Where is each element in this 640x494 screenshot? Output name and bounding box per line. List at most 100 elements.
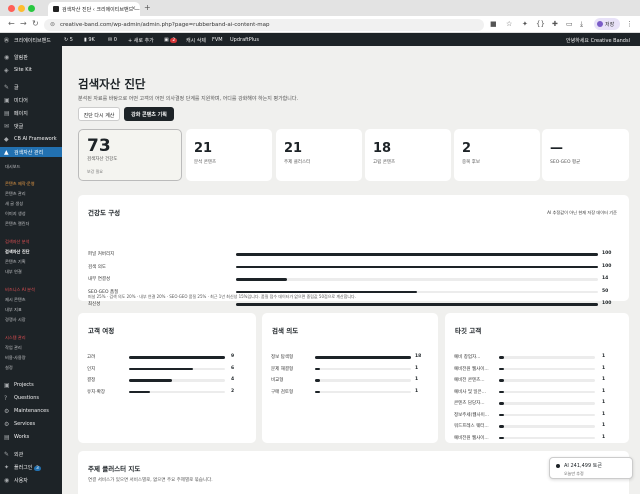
sidebar-item-works[interactable]: ▤ Works (0, 432, 62, 442)
bar-value: 1 (415, 365, 419, 371)
maximize-window-icon[interactable] (28, 5, 35, 12)
journey-card: 고객 여정 고려 9 인지 6 결정 4 유지·확장 2 (78, 313, 256, 443)
back-icon[interactable]: ← (8, 19, 15, 28)
sidebar-item-appearance[interactable]: ✎ 외관 (0, 449, 62, 459)
sidebar-sub-item[interactable]: 콘텐츠 캘린더 (5, 221, 29, 227)
bar-fill (499, 402, 505, 405)
sidebar-sub-item-active[interactable]: 검색자산 진단 (5, 249, 30, 255)
adminbar-site-name[interactable]: 크리에이티브밴드 (14, 37, 51, 44)
bar-track (236, 265, 598, 268)
bar-label: 내부 연결성 (88, 277, 111, 282)
sidebar-item-sitekit[interactable]: ◈ Site Kit (0, 65, 62, 75)
download-icon[interactable]: ⤓ (580, 20, 583, 29)
sidebar-item-maintenances[interactable]: ⚙ Maintenances (0, 406, 62, 416)
plugin-icon: ✦ (4, 464, 10, 471)
browser-tab[interactable]: 검색자산 진단 ‹ 크리에이티브밴드 — × (48, 2, 140, 16)
kpi-card-clusters: 21 주제 클러스터 (276, 129, 362, 181)
adminbar-comments[interactable]: ✉ 0 (108, 37, 117, 43)
kpi-value: 18 (373, 141, 392, 156)
sidebar-sub-item[interactable]: 경쟁사 시장 (5, 317, 26, 323)
sidebar-item-plugins[interactable]: ✦ 플러그인 3 (0, 462, 62, 472)
bar-track (499, 402, 595, 405)
sidebar-sub-item[interactable]: 비용·사용량 (5, 355, 26, 361)
plan-content-button[interactable]: 강화 콘텐츠 기획 (124, 107, 174, 121)
wordpress-logo-icon[interactable]: Ⓦ (4, 37, 9, 44)
sidebar-item-search-assets[interactable]: ▲ 검색자산 관리 (0, 147, 62, 157)
kpi-label: 주제 클러스터 (284, 160, 311, 165)
health-bar-row: 내부 연결성 14 (88, 275, 608, 283)
wp-admin-bar: Ⓦ 크리에이티브밴드 ↻ 5 ▮ 9K ✉ 0 + 새로 추가 ▣ 2 캐시 삭… (0, 33, 640, 46)
sidebar-item-users[interactable]: ◉ 사용자 (0, 475, 62, 485)
new-tab-icon[interactable]: + (144, 3, 151, 12)
sidebar-item-services[interactable]: ⚙ Services (0, 419, 62, 429)
adminbar-views[interactable]: ▮ 9K (84, 37, 95, 43)
minimize-window-icon[interactable] (18, 5, 25, 12)
token-usage-toast[interactable]: AI 241,499 토큰 오늘만 추정 (549, 457, 633, 479)
code-icon[interactable]: {} (536, 20, 545, 28)
bar-label: 예비전 콘텐츠... (454, 378, 485, 383)
close-window-icon[interactable] (8, 5, 15, 12)
kpi-label: 검색자산 건강도 (87, 157, 118, 162)
sidebar-item-cb-ai[interactable]: ◆ CB AI Framework (0, 134, 62, 144)
chart-icon: ▲ (4, 149, 9, 156)
bar-track (315, 379, 411, 382)
target-bar-row: 예비사 및 일은... 1 (454, 388, 612, 396)
forward-icon[interactable]: → (20, 19, 27, 28)
bar-value: 14 (602, 276, 609, 281)
tab-close-icon[interactable]: × (131, 5, 136, 12)
sidebar-item-dashboard[interactable]: ◉ 알림판 (0, 52, 62, 62)
sidebar-item-media[interactable]: ▣ 미디어 (0, 95, 62, 105)
adminbar-notifications[interactable]: ▣ 2 (164, 37, 178, 43)
profile-button[interactable]: 저장 (594, 18, 620, 30)
extension-icon[interactable]: ✦ (522, 20, 528, 28)
adminbar-updraft[interactable]: UpdraftPlus (230, 37, 259, 43)
target-card: 타깃 고객 예비 창업자... 1 예비전원 웹사이... 1 예비전 콘텐츠... 1 예… (445, 313, 629, 443)
sidebar-toggle-icon[interactable]: ▭ (566, 20, 573, 28)
plugin-update-badge: 3 (34, 466, 41, 471)
site-info-icon[interactable]: ⊜ (50, 21, 55, 28)
sidebar-item-questions[interactable]: ? Questions (0, 393, 62, 403)
url-field[interactable]: ⊜ creative-band.com/wp-admin/admin.php?p… (44, 19, 484, 31)
adminbar-updates[interactable]: ↻ 5 (64, 37, 73, 43)
sidebar-sub-item[interactable]: 작업 관리 (5, 345, 22, 351)
reload-icon[interactable]: ↻ (32, 19, 39, 28)
tab-title: 검색자산 진단 ‹ 크리에이티브밴드 — (62, 7, 140, 13)
puzzle-icon[interactable]: ✚ (552, 20, 558, 28)
kpi-value: 73 (87, 136, 111, 156)
bar-label: 문제 해결형 (271, 366, 294, 372)
bookmark-star-icon[interactable]: ☆ (506, 20, 512, 28)
sidebar-sub-item[interactable]: 내부 연결 (5, 269, 22, 275)
sidebar-sub-item[interactable]: 이미지 생성 (5, 211, 26, 217)
recalculate-button[interactable]: 진단 다시 계산 (78, 107, 120, 121)
sidebar-label: Projects (14, 382, 34, 388)
bar-value: 18 (415, 354, 422, 359)
sidebar-label: 외관 (14, 452, 24, 458)
card-title: 타깃 고객 (455, 327, 482, 335)
sidebar-sub-item[interactable]: 새 글 생성 (5, 201, 23, 207)
sidebar-sub-item[interactable]: 제시 콘텐츠 (5, 297, 26, 303)
sidebar-sub-dashboard[interactable]: 대시보드 (5, 164, 20, 170)
adminbar-greeting[interactable]: 안녕하세요 Creative Bandsl (566, 37, 630, 44)
kpi-sublabel: 보강 필요 (87, 169, 103, 174)
adminbar-fvm[interactable]: FVM (212, 37, 223, 43)
menu-icon[interactable]: ⋮ (626, 20, 633, 28)
sidebar-item-comments[interactable]: ✉ 댓글 (0, 121, 62, 131)
bar-track (499, 367, 595, 370)
sidebar-sub-item[interactable]: 콘텐츠 관리 (5, 191, 26, 197)
page-description: 분석된 자료를 바탕으로 어떤 고객의 어떤 의사결정 단계를 지원하며, 어디… (78, 96, 299, 102)
sidebar-sub-item[interactable]: 내부 지표 (5, 307, 22, 313)
journey-bar-row: 인지 6 (87, 365, 241, 373)
sidebar-sub-item[interactable]: 콘텐츠 기획 (5, 259, 26, 265)
sidebar-item-projects[interactable]: ▣ Projects (0, 380, 62, 390)
sidebar-item-pages[interactable]: ▤ 페이지 (0, 108, 62, 118)
bar-value: 100 (602, 251, 612, 256)
adminbar-cache[interactable]: 캐시 삭제 (186, 37, 206, 44)
bar-value: 1 (415, 388, 419, 394)
screen-icon[interactable]: ■ (490, 20, 497, 28)
adminbar-new[interactable]: + 새로 추가 (128, 37, 154, 44)
target-bar-row: 예비 창업자... 1 (454, 353, 612, 361)
sidebar-label: Works (14, 434, 30, 440)
sidebar-item-posts[interactable]: ✎ 글 (0, 82, 62, 92)
bar-value: 1 (602, 377, 606, 382)
sidebar-sub-item[interactable]: 설정 (5, 365, 13, 371)
